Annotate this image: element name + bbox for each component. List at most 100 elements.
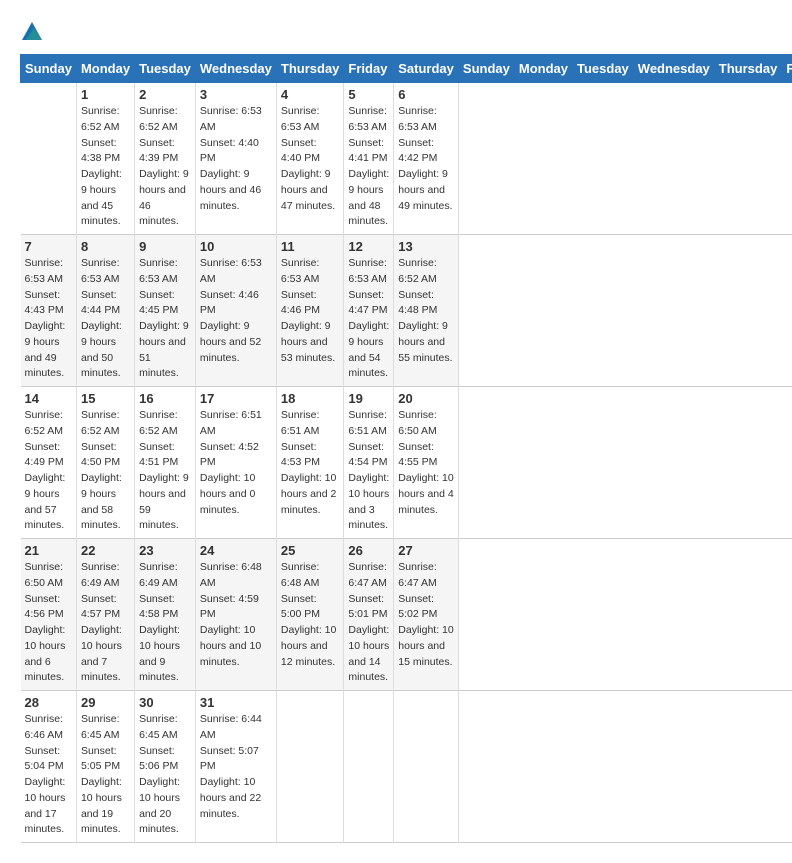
weekday-header: Wednesday <box>633 55 714 83</box>
calendar-cell: 31 Sunrise: 6:44 AMSunset: 5:07 PMDayligh… <box>195 691 276 843</box>
day-info: Sunrise: 6:53 AMSunset: 4:47 PMDaylight:… <box>348 256 389 382</box>
calendar-cell: 9 Sunrise: 6:53 AMSunset: 4:45 PMDaylight… <box>135 235 196 387</box>
day-info: Sunrise: 6:50 AMSunset: 4:56 PMDaylight:… <box>25 560 72 686</box>
day-number: 30 <box>139 695 191 710</box>
day-info: Sunrise: 6:48 AMSunset: 4:59 PMDaylight:… <box>200 560 272 670</box>
weekday-header: Tuesday <box>573 55 634 83</box>
day-info: Sunrise: 6:53 AMSunset: 4:41 PMDaylight:… <box>348 104 389 230</box>
day-info: Sunrise: 6:49 AMSunset: 4:58 PMDaylight:… <box>139 560 191 686</box>
day-number: 19 <box>348 391 389 406</box>
calendar-cell: 28 Sunrise: 6:46 AMSunset: 5:04 PMDayligh… <box>21 691 77 843</box>
calendar-cell: 21 Sunrise: 6:50 AMSunset: 4:56 PMDayligh… <box>21 539 77 691</box>
day-info: Sunrise: 6:51 AMSunset: 4:53 PMDaylight:… <box>281 408 340 518</box>
calendar-week-row: 21 Sunrise: 6:50 AMSunset: 4:56 PMDayligh… <box>21 539 792 691</box>
day-info: Sunrise: 6:52 AMSunset: 4:48 PMDaylight:… <box>398 256 454 366</box>
logo-icon <box>20 20 44 44</box>
day-info: Sunrise: 6:53 AMSunset: 4:44 PMDaylight:… <box>81 256 130 382</box>
calendar-cell <box>394 691 459 843</box>
weekday-header: Sunday <box>21 55 77 83</box>
day-number: 13 <box>398 239 454 254</box>
day-number: 21 <box>25 543 72 558</box>
calendar-header-row: SundayMondayTuesdayWednesdayThursdayFrid… <box>21 55 792 83</box>
weekday-header: Wednesday <box>195 55 276 83</box>
calendar-week-row: 1 Sunrise: 6:52 AMSunset: 4:38 PMDaylight… <box>21 83 792 235</box>
day-number: 28 <box>25 695 72 710</box>
calendar-cell: 8 Sunrise: 6:53 AMSunset: 4:44 PMDaylight… <box>76 235 134 387</box>
weekday-header: Tuesday <box>135 55 196 83</box>
calendar-cell <box>21 83 77 235</box>
calendar-cell: 15Sunrise: 6:52 AMSunset: 4:50 PMDayligh… <box>76 387 134 539</box>
day-number: 10 <box>200 239 272 254</box>
day-info: Sunrise: 6:51 AMSunset: 4:52 PMDaylight:… <box>200 408 272 518</box>
day-number: 1 <box>81 87 130 102</box>
calendar-cell <box>276 691 344 843</box>
day-number: 25 <box>281 543 340 558</box>
day-number: 14 <box>25 391 72 406</box>
day-info: Sunrise: 6:44 AMSunset: 5:07 PMDaylight:… <box>200 712 272 822</box>
day-info: Sunrise: 6:52 AMSunset: 4:51 PMDaylight:… <box>139 408 191 534</box>
calendar-cell: 22Sunrise: 6:49 AMSunset: 4:57 PMDayligh… <box>76 539 134 691</box>
weekday-header: Thursday <box>714 55 782 83</box>
day-info: Sunrise: 6:53 AMSunset: 4:40 PMDaylight:… <box>200 104 272 214</box>
day-number: 18 <box>281 391 340 406</box>
calendar-cell: 25 Sunrise: 6:48 AMSunset: 5:00 PMDayligh… <box>276 539 344 691</box>
calendar-cell: 12 Sunrise: 6:53 AMSunset: 4:47 PMDayligh… <box>344 235 394 387</box>
calendar-week-row: 28 Sunrise: 6:46 AMSunset: 5:04 PMDayligh… <box>21 691 792 843</box>
calendar-cell <box>344 691 394 843</box>
day-info: Sunrise: 6:53 AMSunset: 4:40 PMDaylight:… <box>281 104 340 214</box>
calendar-cell: 14Sunrise: 6:52 AMSunset: 4:49 PMDayligh… <box>21 387 77 539</box>
calendar-cell: 24 Sunrise: 6:48 AMSunset: 4:59 PMDayligh… <box>195 539 276 691</box>
calendar-cell: 13 Sunrise: 6:52 AMSunset: 4:48 PMDayligh… <box>394 235 459 387</box>
calendar-cell: 3 Sunrise: 6:53 AMSunset: 4:40 PMDaylight… <box>195 83 276 235</box>
calendar-cell: 19 Sunrise: 6:51 AMSunset: 4:54 PMDayligh… <box>344 387 394 539</box>
calendar-cell: 2 Sunrise: 6:52 AMSunset: 4:39 PMDaylight… <box>135 83 196 235</box>
day-number: 23 <box>139 543 191 558</box>
day-info: Sunrise: 6:52 AMSunset: 4:39 PMDaylight:… <box>139 104 191 230</box>
weekday-header: Monday <box>514 55 572 83</box>
calendar-cell: 11 Sunrise: 6:53 AMSunset: 4:46 PMDayligh… <box>276 235 344 387</box>
day-info: Sunrise: 6:45 AMSunset: 5:06 PMDaylight:… <box>139 712 191 838</box>
calendar-cell: 5Sunrise: 6:53 AMSunset: 4:41 PMDaylight… <box>344 83 394 235</box>
calendar-cell: 20 Sunrise: 6:50 AMSunset: 4:55 PMDayligh… <box>394 387 459 539</box>
day-number: 3 <box>200 87 272 102</box>
calendar-cell: 18 Sunrise: 6:51 AMSunset: 4:53 PMDayligh… <box>276 387 344 539</box>
day-number: 2 <box>139 87 191 102</box>
day-number: 20 <box>398 391 454 406</box>
day-info: Sunrise: 6:53 AMSunset: 4:43 PMDaylight:… <box>25 256 72 382</box>
day-info: Sunrise: 6:53 AMSunset: 4:46 PMDaylight:… <box>281 256 340 366</box>
calendar-cell: 26 Sunrise: 6:47 AMSunset: 5:01 PMDayligh… <box>344 539 394 691</box>
day-number: 9 <box>139 239 191 254</box>
day-info: Sunrise: 6:53 AMSunset: 4:45 PMDaylight:… <box>139 256 191 382</box>
day-number: 4 <box>281 87 340 102</box>
day-info: Sunrise: 6:53 AMSunset: 4:42 PMDaylight:… <box>398 104 454 214</box>
day-number: 8 <box>81 239 130 254</box>
weekday-header: Monday <box>76 55 134 83</box>
day-number: 31 <box>200 695 272 710</box>
calendar-cell: 23 Sunrise: 6:49 AMSunset: 4:58 PMDayligh… <box>135 539 196 691</box>
calendar-cell: 27Sunrise: 6:47 AMSunset: 5:02 PMDayligh… <box>394 539 459 691</box>
calendar-cell: 10Sunrise: 6:53 AMSunset: 4:46 PMDayligh… <box>195 235 276 387</box>
day-number: 11 <box>281 239 340 254</box>
day-info: Sunrise: 6:47 AMSunset: 5:01 PMDaylight:… <box>348 560 389 686</box>
day-number: 16 <box>139 391 191 406</box>
day-info: Sunrise: 6:52 AMSunset: 4:38 PMDaylight:… <box>81 104 130 230</box>
day-info: Sunrise: 6:47 AMSunset: 5:02 PMDaylight:… <box>398 560 454 670</box>
day-info: Sunrise: 6:50 AMSunset: 4:55 PMDaylight:… <box>398 408 454 518</box>
day-number: 12 <box>348 239 389 254</box>
calendar-week-row: 14Sunrise: 6:52 AMSunset: 4:49 PMDayligh… <box>21 387 792 539</box>
weekday-header: Friday <box>344 55 394 83</box>
day-number: 24 <box>200 543 272 558</box>
calendar-cell: 1 Sunrise: 6:52 AMSunset: 4:38 PMDaylight… <box>76 83 134 235</box>
day-info: Sunrise: 6:46 AMSunset: 5:04 PMDaylight:… <box>25 712 72 838</box>
weekday-header: Sunday <box>458 55 514 83</box>
calendar-cell: 6Sunrise: 6:53 AMSunset: 4:42 PMDaylight… <box>394 83 459 235</box>
day-info: Sunrise: 6:52 AMSunset: 4:50 PMDaylight:… <box>81 408 130 534</box>
weekday-header: Thursday <box>276 55 344 83</box>
logo <box>20 20 48 44</box>
day-info: Sunrise: 6:48 AMSunset: 5:00 PMDaylight:… <box>281 560 340 670</box>
day-info: Sunrise: 6:51 AMSunset: 4:54 PMDaylight:… <box>348 408 389 534</box>
calendar-table: SundayMondayTuesdayWednesdayThursdayFrid… <box>20 54 792 843</box>
day-number: 29 <box>81 695 130 710</box>
day-number: 26 <box>348 543 389 558</box>
calendar-cell: 17Sunrise: 6:51 AMSunset: 4:52 PMDayligh… <box>195 387 276 539</box>
